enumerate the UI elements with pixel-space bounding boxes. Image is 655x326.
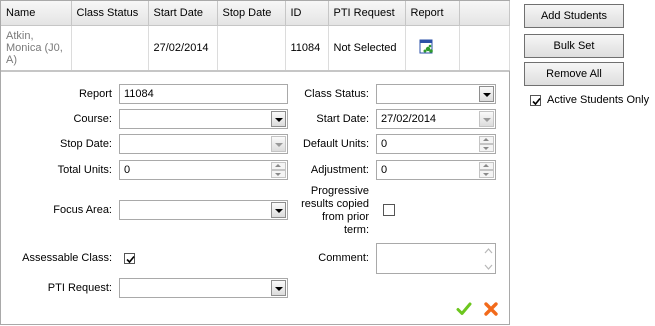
default-units-value: 0	[381, 138, 388, 150]
cell-pti-request: Not Selected	[328, 25, 406, 71]
add-students-button[interactable]: Add Students	[524, 4, 624, 28]
stop-date-select[interactable]	[119, 134, 288, 154]
class-status-label: Class Status:	[304, 88, 369, 100]
column-header-name[interactable]: Name	[1, 1, 72, 26]
chevron-down-icon[interactable]	[271, 202, 286, 218]
cell-report	[405, 25, 460, 71]
spinner-icon[interactable]	[479, 136, 494, 152]
assessable-class-label: Assessable Class:	[22, 252, 112, 264]
student-grid-panel: Name Class Status Start Date Stop Date I…	[0, 0, 510, 325]
default-units-stepper[interactable]: 0	[376, 134, 496, 154]
assessable-class-checkbox[interactable]	[124, 253, 135, 264]
cell-start-date: 27/02/2014	[148, 25, 218, 71]
pti-request-select[interactable]	[119, 278, 288, 298]
remove-all-button[interactable]: Remove All	[524, 62, 624, 86]
chevron-down-icon[interactable]	[479, 111, 494, 127]
table-row[interactable]: Atkin, Monica (J0, A) 27/02/2014 11084 N…	[1, 25, 510, 71]
column-header-start-date[interactable]: Start Date	[148, 1, 218, 26]
progressive-checkbox[interactable]	[383, 204, 395, 216]
default-units-label: Default Units:	[302, 138, 369, 150]
cell-class-status	[71, 25, 149, 71]
report-field[interactable]: 11084	[119, 84, 288, 104]
grid-separator	[1, 71, 509, 72]
cell-stop-date	[217, 25, 286, 71]
cell-id: 11084	[285, 25, 329, 71]
pti-request-label: PTI Request:	[47, 282, 112, 294]
start-date-select[interactable]: 27/02/2014	[376, 109, 496, 129]
cross-icon[interactable]	[483, 301, 499, 317]
focus-area-select[interactable]	[119, 200, 288, 220]
total-units-value: 0	[124, 164, 131, 176]
scroll-arrows-icon[interactable]	[484, 247, 493, 271]
report-icon[interactable]	[419, 39, 435, 58]
start-date-value: 27/02/2014	[381, 113, 437, 125]
column-header-report[interactable]: Report	[405, 1, 460, 26]
adjustment-label: Adjustment:	[310, 164, 369, 176]
focus-area-label: Focus Area:	[53, 204, 112, 216]
checkmark-icon	[532, 97, 541, 106]
checkmark-icon[interactable]	[456, 301, 472, 317]
progressive-label: Progressive results copied from prior te…	[301, 185, 369, 236]
comment-label: Comment:	[318, 252, 369, 264]
adjustment-value: 0	[381, 164, 388, 176]
active-students-label[interactable]: Active Students Only	[547, 94, 649, 106]
students-table: Name Class Status Start Date Stop Date I…	[1, 1, 510, 71]
stop-date-label: Stop Date:	[60, 138, 112, 150]
column-header-class-status[interactable]: Class Status	[71, 1, 149, 26]
column-header-id[interactable]: ID	[285, 1, 329, 26]
adjustment-stepper[interactable]: 0	[376, 160, 496, 180]
chevron-down-icon[interactable]	[271, 111, 286, 127]
chevron-down-icon[interactable]	[271, 136, 286, 152]
column-header-pti-request[interactable]: PTI Request	[328, 1, 406, 26]
comment-textarea[interactable]	[376, 243, 496, 274]
cell-blank	[459, 25, 510, 71]
active-students-checkbox[interactable]	[530, 95, 541, 106]
total-units-label: Total Units:	[57, 164, 112, 176]
start-date-label: Start Date:	[316, 113, 369, 125]
course-select[interactable]	[119, 109, 288, 129]
table-header-row: Name Class Status Start Date Stop Date I…	[1, 1, 510, 26]
column-header-stop-date[interactable]: Stop Date	[217, 1, 286, 26]
report-label: Report	[78, 88, 112, 100]
total-units-stepper[interactable]: 0	[119, 160, 288, 180]
course-label: Course:	[73, 113, 112, 125]
chevron-down-icon[interactable]	[271, 280, 286, 296]
spinner-icon[interactable]	[271, 162, 286, 178]
column-header-blank	[459, 1, 510, 26]
chevron-down-icon[interactable]	[479, 86, 494, 102]
class-status-select[interactable]	[376, 84, 496, 104]
bulk-set-button[interactable]: Bulk Set	[524, 34, 624, 58]
checkmark-icon	[126, 255, 135, 264]
cell-name[interactable]: Atkin, Monica (J0, A)	[1, 25, 72, 71]
spinner-icon[interactable]	[479, 162, 494, 178]
